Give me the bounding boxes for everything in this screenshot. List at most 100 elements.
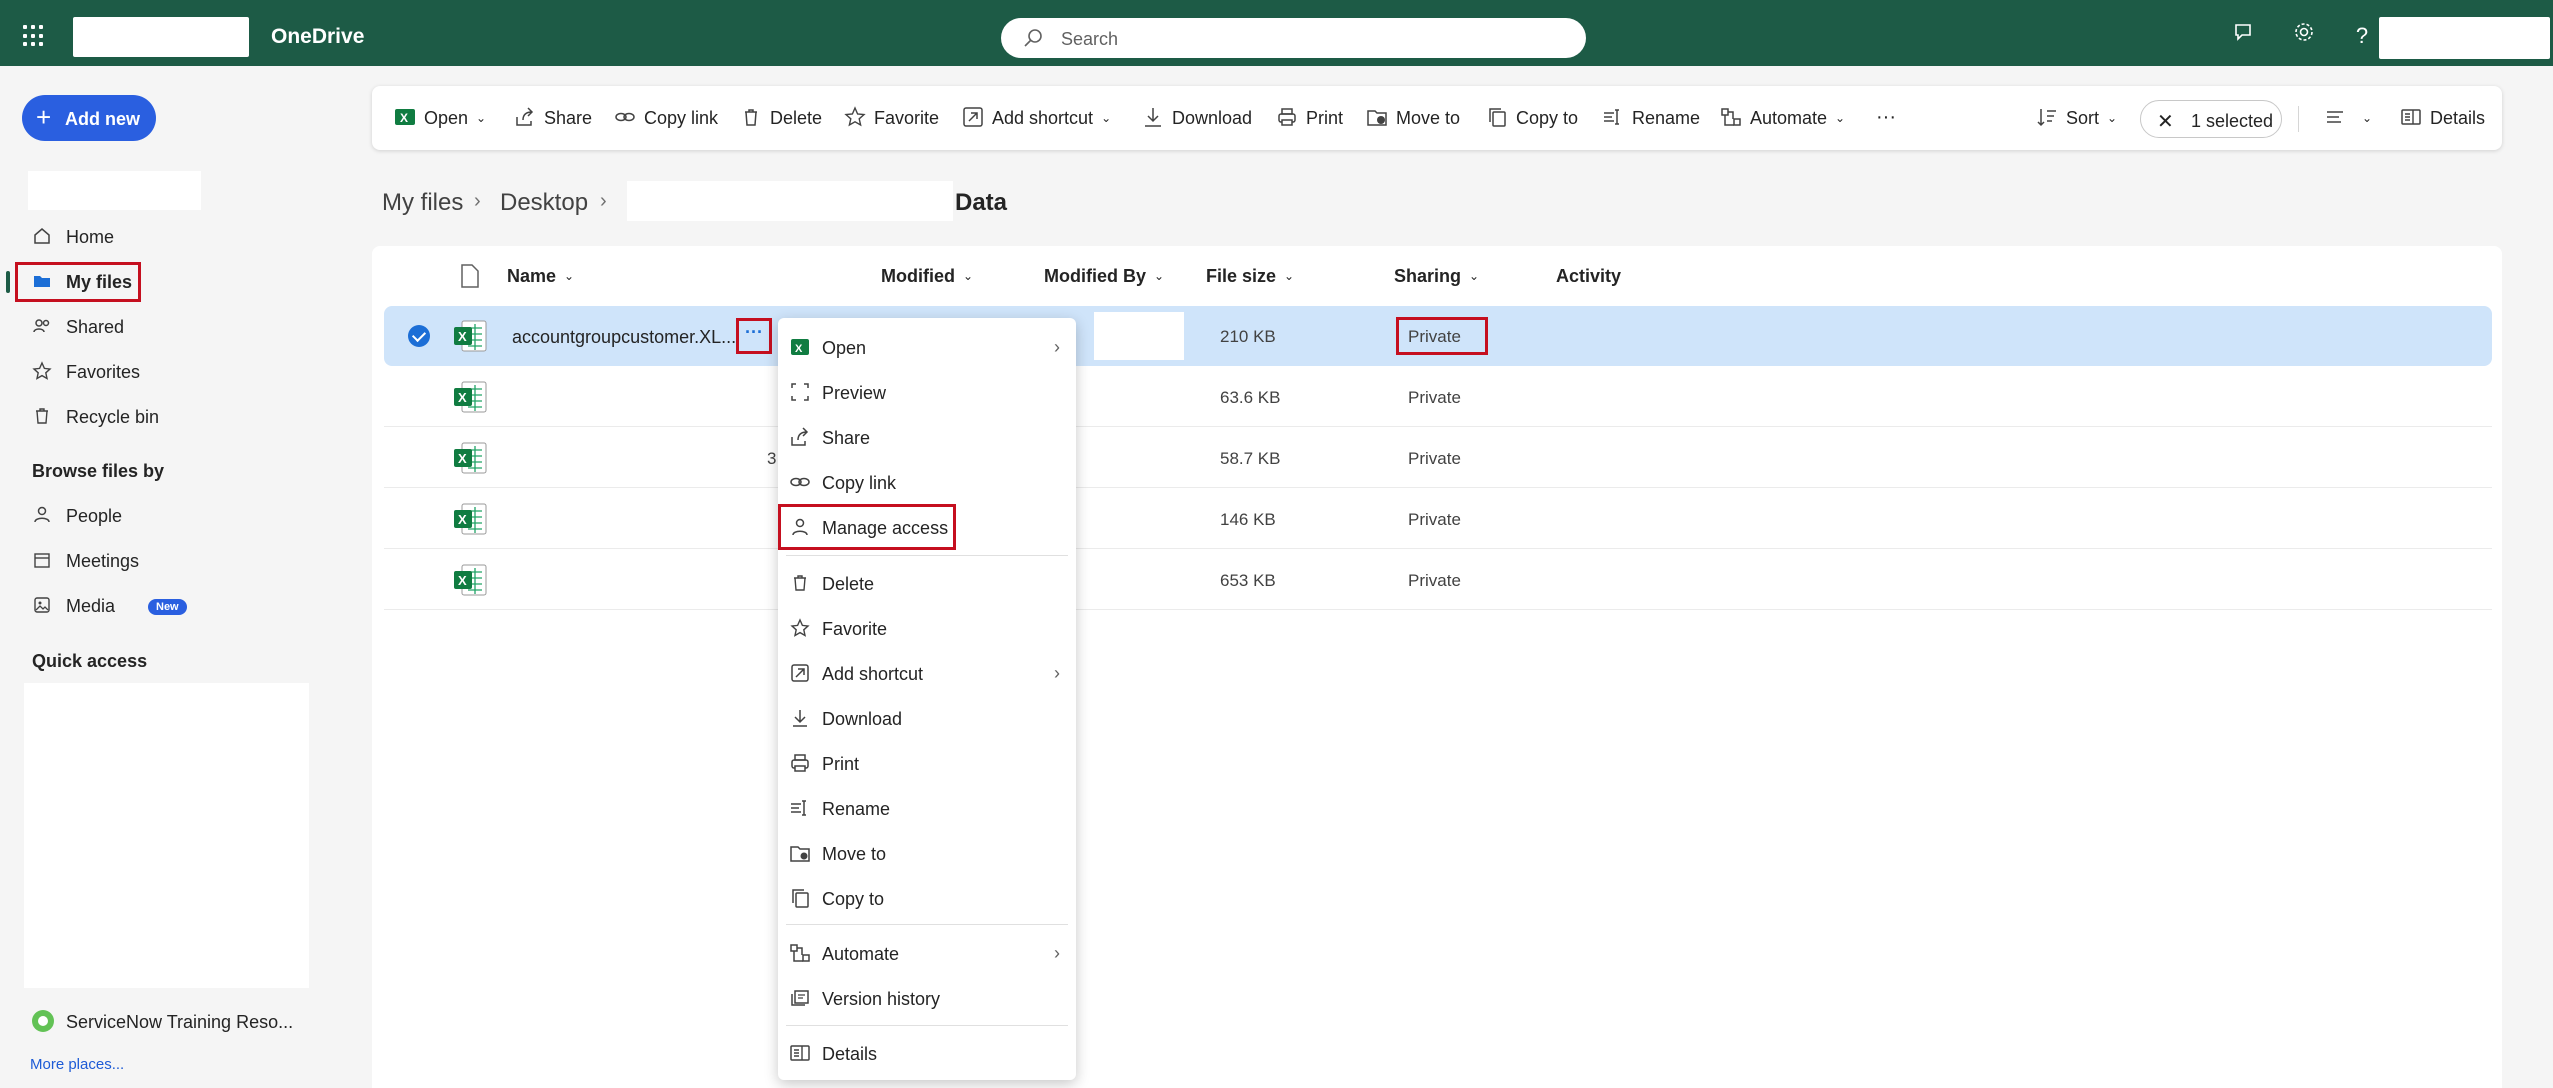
chevron-down-icon: ⌄ (1101, 111, 1112, 125)
menu-item-label: Delete (822, 574, 875, 594)
copy-link-button[interactable]: Copy link (614, 106, 718, 132)
sidebar-item-home[interactable]: Home (22, 218, 282, 254)
menu-item-share[interactable]: Share (778, 417, 1076, 457)
settings-gear-icon[interactable] (2289, 21, 2319, 51)
sidebar-item-meetings[interactable]: Meetings (22, 542, 282, 578)
menu-item-preview[interactable]: Preview (778, 372, 1076, 412)
file-type-header-icon (461, 264, 479, 288)
details-button[interactable]: Details (2400, 106, 2485, 132)
copy-icon (1489, 108, 1506, 127)
menu-item-copy-to[interactable]: Copy to (778, 878, 1076, 918)
sort-button[interactable]: Sort ⌄ (2036, 106, 2117, 132)
table-row[interactable]: X 3 58.7 KB Private (384, 428, 2492, 488)
excel-file-icon: X (454, 320, 487, 352)
menu-item-delete[interactable]: Delete (778, 563, 1076, 603)
highlight-box (778, 504, 956, 550)
print-button[interactable]: Print (1276, 106, 1343, 132)
breadcrumb-my-files[interactable]: My files (382, 189, 463, 217)
download-icon (1145, 108, 1161, 127)
table-row[interactable]: X accountgroupcustomer.XL... ··· 210 KB … (384, 306, 2492, 366)
close-icon[interactable]: ✕ (2157, 109, 2174, 134)
delete-button[interactable]: Delete (740, 106, 822, 132)
app-launcher-icon[interactable] (23, 25, 45, 47)
more-options-button[interactable]: ··· (736, 318, 772, 354)
move-to-button[interactable]: Move to (1366, 106, 1460, 132)
automate-button[interactable]: Automate ⌄ (1720, 106, 1845, 132)
excel-file-icon: X (454, 503, 487, 535)
sidebar-item-media[interactable]: Media New (22, 587, 282, 623)
sidebar-item-label: Meetings (66, 551, 140, 571)
sidebar-item-shared[interactable]: Shared (22, 308, 282, 344)
menu-item-add-shortcut[interactable]: Add shortcut › (778, 653, 1076, 693)
profile-area[interactable] (2379, 17, 2550, 59)
share-button[interactable]: Share (514, 106, 592, 132)
menu-item-label: Move to (822, 844, 887, 864)
image-icon (34, 597, 50, 613)
open-button[interactable]: X Open ⌄ (394, 106, 486, 132)
help-icon[interactable]: ? (2347, 21, 2377, 51)
share-icon (791, 427, 809, 446)
svg-text:X: X (458, 573, 467, 588)
menu-item-download[interactable]: Download (778, 698, 1076, 738)
download-button[interactable]: Download (1142, 106, 1252, 132)
menu-item-automate[interactable]: Automate › (778, 933, 1076, 973)
file-size: 146 KB (1220, 510, 1276, 529)
column-header-sharing[interactable]: Sharing ⌄ (1394, 266, 1479, 287)
breadcrumb-desktop[interactable]: Desktop (500, 189, 588, 217)
top-bar: OneDrive Search ? (0, 0, 2553, 66)
sort-label: Sort (2066, 108, 2100, 128)
chevron-down-icon: ⌄ (1835, 111, 1846, 125)
highlight-box (1396, 317, 1488, 355)
quick-access-site[interactable]: ServiceNow Training Reso... (66, 1012, 293, 1033)
rename-button[interactable]: Rename (1602, 106, 1700, 132)
details-pane-icon (790, 1045, 810, 1061)
row-checkbox[interactable] (408, 325, 430, 347)
menu-divider (786, 924, 1068, 925)
table-row[interactable]: X 653 KB Private (384, 550, 2492, 610)
column-header-name[interactable]: Name ⌄ (507, 266, 574, 287)
menu-item-move-to[interactable]: Move to (778, 833, 1076, 873)
plus-icon: + (36, 102, 52, 132)
browse-heading: Browse files by (32, 461, 165, 481)
sidebar-item-recycle-bin[interactable]: Recycle bin (22, 398, 282, 434)
chevron-down-icon: ⌄ (963, 269, 974, 283)
sharing-status[interactable]: Private (1408, 571, 1461, 591)
add-shortcut-button[interactable]: Add shortcut ⌄ (962, 106, 1111, 132)
menu-item-copy-link[interactable]: Copy link (778, 462, 1076, 502)
search-box[interactable]: Search (1001, 18, 1586, 58)
more-icon: ··· (1876, 106, 1896, 128)
column-header-modified[interactable]: Modified ⌄ (881, 266, 973, 287)
menu-item-rename[interactable]: Rename (778, 788, 1076, 828)
column-header-modified-by[interactable]: Modified By ⌄ (1044, 266, 1164, 287)
search-placeholder: Search (1061, 29, 1119, 49)
column-header-file-size[interactable]: File size ⌄ (1206, 266, 1294, 287)
table-row[interactable]: X 63.6 KB Private (384, 367, 2492, 427)
more-actions-button[interactable]: ··· (1876, 106, 1896, 132)
view-options-button[interactable]: ⌄ (2324, 106, 2372, 132)
svg-text:X: X (458, 329, 467, 344)
feedback-icon[interactable] (2229, 21, 2259, 51)
menu-item-version-history[interactable]: Version history (778, 978, 1076, 1018)
menu-item-favorite[interactable]: Favorite (778, 608, 1076, 648)
table-row[interactable]: X 146 KB Private (384, 489, 2492, 549)
sharing-status[interactable]: Private (1408, 388, 1461, 408)
more-places-link[interactable]: More places... (30, 1056, 124, 1073)
selection-pill[interactable]: ✕ 1 selected (2140, 100, 2282, 138)
menu-item-open[interactable]: X Open › (778, 327, 1076, 367)
print-label: Print (1306, 108, 1344, 128)
favorite-button[interactable]: Favorite (844, 106, 939, 132)
star-icon (32, 361, 52, 380)
add-new-button[interactable]: + Add new (22, 95, 156, 141)
menu-item-details[interactable]: Details (778, 1033, 1076, 1073)
menu-item-print[interactable]: Print (778, 743, 1076, 783)
excel-icon: X (395, 109, 415, 125)
app-name[interactable]: OneDrive (271, 25, 364, 49)
sidebar-item-people[interactable]: People (22, 497, 282, 533)
automate-icon (1721, 108, 1741, 126)
copy-to-button[interactable]: Copy to (1486, 106, 1578, 132)
menu-item-label: Download (822, 709, 903, 729)
sidebar-item-favorites[interactable]: Favorites (22, 353, 282, 389)
file-name[interactable]: accountgroupcustomer.XL... (512, 327, 736, 348)
sharing-status[interactable]: Private (1408, 510, 1461, 530)
sharing-status[interactable]: Private (1408, 449, 1461, 469)
